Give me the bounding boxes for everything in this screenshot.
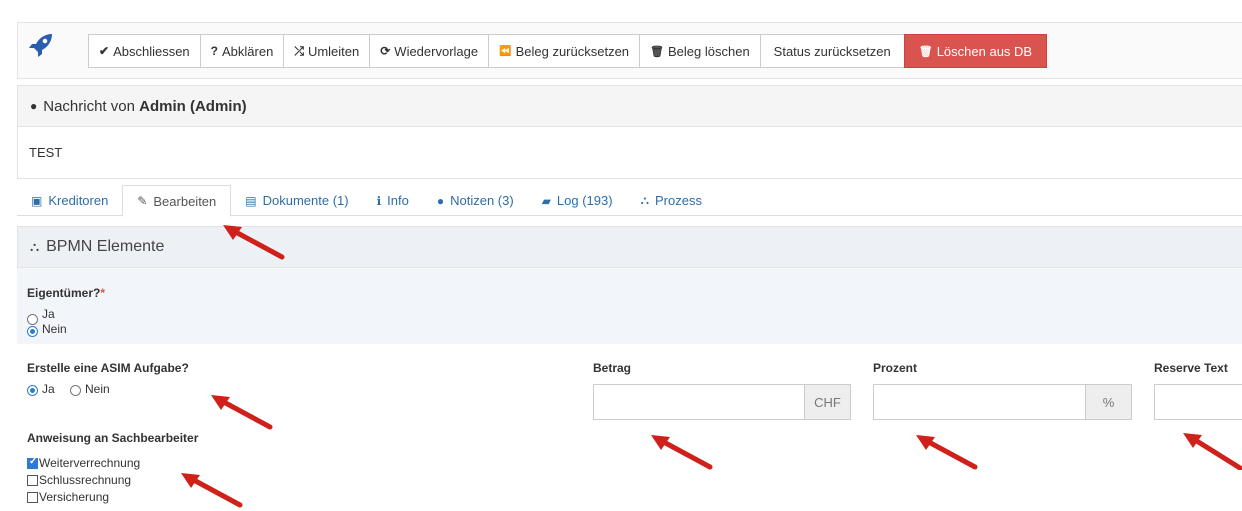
betrag-label: Betrag	[593, 361, 632, 375]
radio-dot[interactable]	[27, 314, 38, 325]
status-zuruecksetzen-label: Status zurücksetzen	[773, 43, 891, 59]
prozent-label: Prozent	[873, 361, 918, 375]
message-header: ● Nachricht von Admin (Admin)	[17, 85, 1242, 127]
versicherung-checkbox[interactable]: Versicherung	[27, 490, 109, 504]
annotation-arrow-icon	[1183, 433, 1242, 470]
chf-addon: CHF	[805, 384, 851, 420]
reserve-text-input[interactable]	[1154, 384, 1242, 420]
tab-dokumente[interactable]: ▤ Dokumente (1)	[231, 185, 362, 216]
wiedervorlage-button[interactable]: ⟳ Wiedervorlage	[369, 34, 490, 68]
annotation-arrow-icon	[223, 225, 285, 260]
tab-bar: ▣ Kreditoren ✎ Bearbeiten ▤ Dokumente (1) ℹ…	[17, 185, 1242, 217]
prozent-input-group: %	[873, 384, 1132, 420]
action-toolbar: ✔ Abschliessen ? Abklären ⤮ Umleiten ⟳ Wiede…	[17, 22, 1242, 79]
tab-bearbeiten[interactable]: ✎ Bearbeiten	[122, 185, 232, 217]
tab-kreditoren[interactable]: ▣ Kreditoren	[17, 185, 122, 216]
loeschen-aus-db-button[interactable]: 🗑 Löschen aus DB	[903, 34, 1048, 68]
beleg-loeschen-label: Beleg löschen	[668, 43, 750, 59]
asim-ja-radio[interactable]: Ja	[27, 382, 55, 396]
tab-label: Prozess	[654, 193, 702, 208]
asim-nein-radio[interactable]: Nein	[70, 382, 110, 396]
annotation-arrow-icon	[181, 473, 243, 508]
tab-label: Dokumente (1)	[262, 193, 349, 208]
trash-icon: 🗑	[650, 45, 664, 58]
betrag-input[interactable]	[593, 384, 805, 420]
eigentuemer-nein-radio[interactable]: Nein	[27, 322, 67, 337]
beleg-loeschen-button[interactable]: 🗑 Beleg löschen	[639, 34, 761, 68]
radio-label: Ja	[42, 306, 55, 321]
bpmn-title: BPMN Elemente	[46, 238, 165, 255]
refresh-icon: ⟳	[380, 44, 391, 58]
checkbox-label: Weiterverrechnung	[39, 456, 141, 470]
bpmn-section-header: ⛬ BPMN Elemente	[17, 226, 1242, 268]
umleiten-button[interactable]: ⤮ Umleiten	[283, 34, 371, 68]
info-icon: ℹ	[376, 193, 382, 208]
betrag-input-group: CHF	[593, 384, 851, 420]
tab-label: Kreditoren	[48, 193, 109, 208]
checkbox-label: Schlussrechnung	[39, 473, 132, 487]
book-icon: ▰	[541, 193, 551, 208]
rocket-icon	[29, 34, 52, 57]
tab-label: Log (193)	[556, 193, 613, 208]
sitemap-icon: ⛬	[640, 193, 649, 207]
asim-label: Erstelle eine ASIM Aufgabe?	[27, 361, 189, 375]
beleg-zuruecksetzen-label: Beleg zurücksetzen	[515, 43, 630, 59]
prozent-input[interactable]	[873, 384, 1086, 420]
checkbox-label: Versicherung	[39, 490, 110, 504]
checkbox-box[interactable]	[27, 491, 38, 503]
annotation-arrow-icon	[211, 395, 273, 430]
percent-addon: %	[1086, 384, 1132, 420]
message-sender: Admin (Admin)	[139, 97, 247, 115]
checkbox-box[interactable]	[27, 456, 38, 469]
toolbar-button-group: ✔ Abschliessen ? Abklären ⤮ Umleiten ⟳ Wiede…	[88, 34, 1048, 68]
shuffle-icon: ⤮	[294, 43, 304, 58]
weiterverrechnung-checkbox[interactable]: Weiterverrechnung	[27, 456, 140, 470]
radio-label: Nein	[42, 321, 67, 336]
abklaeren-button[interactable]: ? Abklären	[199, 34, 285, 68]
message-prefix: Nachricht von	[43, 97, 135, 115]
wiedervorlage-label: Wiedervorlage	[394, 43, 479, 59]
eigentuemer-label: Eigentümer?*	[27, 286, 105, 300]
eigentuemer-row: Eigentümer?* Ja Nein	[17, 268, 1242, 344]
anweisung-label: Anweisung an Sachbearbeiter	[27, 431, 199, 445]
radio-label: Ja	[42, 382, 55, 396]
tab-label: Bearbeiten	[153, 193, 217, 209]
comment-icon: ●	[30, 99, 38, 113]
tab-label: Info	[387, 193, 409, 208]
tab-label: Notizen (3)	[450, 193, 514, 208]
loeschen-aus-db-label: Löschen aus DB	[936, 43, 1033, 59]
check-icon: ✔	[99, 44, 110, 58]
reserve-text-input-group	[1154, 384, 1242, 420]
file-icon: ▤	[245, 193, 257, 208]
status-zuruecksetzen-button[interactable]: Status zurücksetzen	[759, 34, 905, 68]
fast-backward-icon: ⏪	[499, 45, 512, 57]
abschliessen-button[interactable]: ✔ Abschliessen	[88, 34, 201, 68]
edit-icon: ✎	[137, 194, 148, 208]
annotation-arrow-icon	[916, 435, 978, 470]
eigentuemer-label-text: Eigentümer?	[27, 286, 101, 300]
sitemap-icon: ⛬	[30, 239, 40, 254]
tab-notizen[interactable]: ● Notizen (3)	[423, 185, 528, 216]
abschliessen-label: Abschliessen	[113, 43, 190, 59]
abklaeren-label: Abklären	[222, 43, 274, 59]
question-icon: ?	[210, 44, 219, 58]
radio-dot[interactable]	[70, 385, 81, 396]
id-card-icon: ▣	[31, 193, 43, 208]
comment-icon: ●	[436, 193, 445, 208]
annotation-arrow-icon	[651, 435, 713, 470]
radio-label: Nein	[85, 382, 110, 396]
tab-prozess[interactable]: ⛬ Prozess	[627, 185, 716, 216]
tab-info[interactable]: ℹ Info	[363, 185, 423, 216]
beleg-zuruecksetzen-button[interactable]: ⏪ Beleg zurücksetzen	[488, 34, 641, 68]
message-body: TEST	[17, 127, 1242, 179]
trash-icon: 🗑	[918, 45, 933, 58]
radio-dot[interactable]	[27, 326, 38, 337]
checkbox-box[interactable]	[27, 474, 38, 486]
radio-dot[interactable]	[27, 385, 38, 396]
schlussrechnung-checkbox[interactable]: Schlussrechnung	[27, 473, 131, 487]
required-marker: *	[100, 286, 106, 300]
reserve-text-label: Reserve Text	[1154, 361, 1228, 375]
umleiten-label: Umleiten	[307, 43, 360, 59]
tab-log[interactable]: ▰ Log (193)	[528, 185, 627, 216]
